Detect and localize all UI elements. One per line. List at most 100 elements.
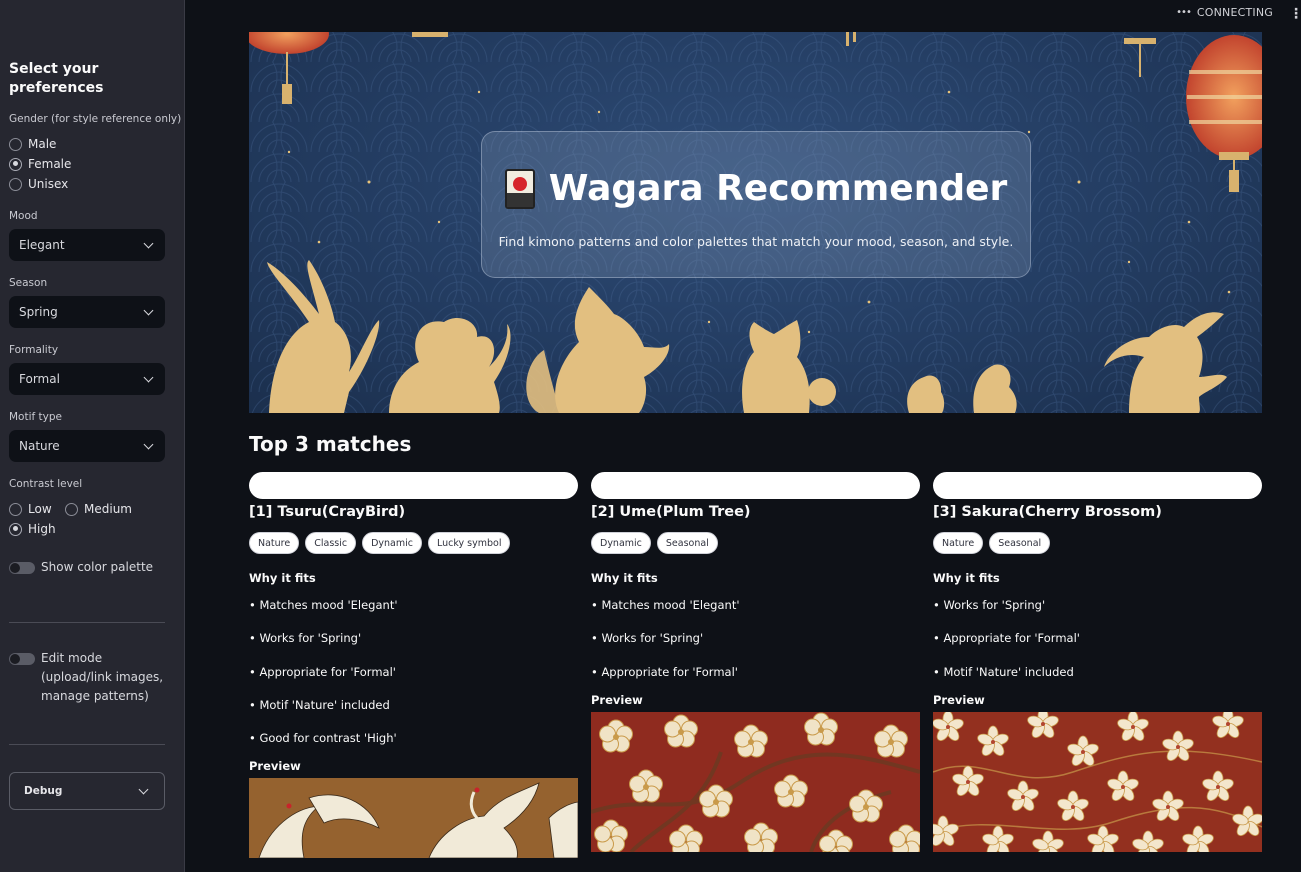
reason-item: • Works for 'Spring'	[591, 631, 704, 646]
reason-item: • Matches mood 'Elegant'	[591, 598, 740, 612]
reason-item: • Good for contrast 'High'	[249, 731, 397, 746]
match-title: [2] Ume(Plum Tree)	[591, 504, 751, 520]
edit-mode-label-line3: manage patterns)	[41, 689, 149, 703]
motif-select[interactable]: Nature	[9, 430, 165, 462]
reason-item: • Appropriate for 'Formal'	[933, 631, 1080, 646]
formality-select[interactable]: Formal	[9, 363, 165, 395]
edit-mode-label-line2: (upload/link images,	[41, 670, 164, 684]
show-palette-toggle[interactable]: Show color palette	[9, 558, 153, 577]
toggle-switch[interactable]	[9, 562, 35, 574]
tag: Dynamic	[362, 532, 422, 554]
tag: Dynamic	[591, 532, 651, 554]
gender-radio-male[interactable]: Male	[9, 137, 56, 151]
tag: Nature	[933, 532, 984, 554]
hanafuda-card-icon	[504, 168, 535, 209]
why-it-fits-heading: Why it fits	[933, 571, 1000, 585]
match-title: [1] Tsuru(CrayBird)	[249, 504, 406, 520]
radio-label: Unisex	[28, 177, 69, 191]
reason-item: • Works for 'Spring'	[933, 598, 1046, 612]
motif-value: Nature	[19, 439, 60, 453]
tag: Lucky symbol	[427, 532, 511, 554]
cherry-blossom-pattern-preview	[933, 711, 1262, 852]
chevron-down-icon	[143, 305, 154, 315]
radio-icon	[9, 137, 22, 151]
radio-label: Medium	[84, 502, 132, 516]
contrast-radio-low[interactable]: Low	[9, 502, 52, 516]
debug-expander[interactable]: Debug	[9, 772, 165, 810]
chevron-down-icon	[143, 238, 154, 248]
gender-label: Gender (for style reference only)	[9, 113, 182, 125]
connection-status: ••• CONNECTING	[1176, 6, 1273, 19]
debug-label: Debug	[24, 785, 63, 797]
hero-title: Wagara Recommender	[548, 168, 1008, 209]
radio-label: Male	[28, 137, 57, 151]
edit-mode-label-line1: Edit mode	[41, 651, 103, 665]
why-it-fits-heading: Why it fits	[249, 571, 316, 585]
contrast-radio-medium[interactable]: Medium	[65, 502, 132, 516]
match-bar	[591, 472, 920, 499]
reason-item: • Motif 'Nature' included	[933, 664, 1074, 679]
tag: Nature	[249, 532, 300, 554]
tag: Seasonal	[989, 532, 1051, 554]
season-select[interactable]: Spring	[9, 296, 165, 328]
toggle-label: Show color palette	[41, 560, 154, 574]
toggle-label: Edit mode (upload/link images, manage pa…	[41, 649, 163, 706]
formality-label: Formality	[9, 344, 59, 356]
tag-list: Nature Seasonal	[933, 532, 1262, 556]
ellipsis-icon: •••	[1176, 7, 1192, 18]
season-label: Season	[9, 277, 48, 289]
main-menu-icon[interactable]: ⋮	[1289, 6, 1301, 22]
sidebar-title: Select your preferences	[9, 61, 104, 96]
match-card-3: [3] Sakura(Cherry Brossom) Nature Season…	[933, 472, 1262, 852]
reason-item: • Works for 'Spring'	[249, 631, 362, 646]
reason-item: • Matches mood 'Elegant'	[249, 598, 398, 612]
preview-label: Preview	[933, 692, 985, 707]
tag: Seasonal	[656, 532, 718, 554]
gender-radio-female[interactable]: Female	[9, 157, 71, 171]
toggle-switch[interactable]	[9, 653, 35, 665]
radio-icon	[9, 502, 22, 516]
preview-label: Preview	[249, 759, 301, 774]
hero-banner: Wagara Recommender Find kimono patterns …	[249, 32, 1262, 413]
mood-value: Elegant	[19, 238, 65, 252]
crane-pattern-preview	[249, 778, 578, 859]
radio-label: High	[28, 522, 56, 536]
plum-blossom-pattern-preview	[591, 711, 920, 852]
hero-card: Wagara Recommender Find kimono patterns …	[481, 131, 1031, 278]
sidebar: Select your preferences Gender (for styl…	[0, 0, 185, 872]
gender-radio-unisex[interactable]: Unisex	[9, 177, 68, 191]
match-bar	[933, 472, 1262, 499]
sidebar-divider	[9, 622, 165, 623]
season-value: Spring	[19, 305, 58, 319]
radio-icon	[65, 502, 78, 516]
match-bar	[249, 472, 578, 499]
tag-list: Nature Classic Dynamic Lucky symbol	[249, 532, 578, 556]
formality-value: Formal	[19, 372, 60, 386]
tag-list: Dynamic Seasonal	[591, 532, 920, 556]
radio-selected-icon	[9, 522, 22, 536]
preview-label: Preview	[591, 692, 643, 707]
reason-item: • Appropriate for 'Formal'	[591, 664, 738, 679]
match-card-1: [1] Tsuru(CrayBird) Nature Classic Dynam…	[249, 472, 578, 859]
reason-item: • Appropriate for 'Formal'	[249, 664, 396, 679]
radio-icon	[9, 177, 22, 191]
radio-selected-icon	[9, 157, 22, 171]
chevron-down-icon	[143, 372, 154, 382]
radio-label: Low	[28, 502, 52, 516]
hero-subtitle: Find kimono patterns and color palettes …	[498, 234, 1014, 249]
sidebar-divider	[9, 744, 165, 745]
hero-title-row: Wagara Recommender	[482, 168, 1030, 209]
results-title: Top 3 matches	[249, 432, 412, 456]
match-title: [3] Sakura(Cherry Brossom)	[933, 504, 1162, 520]
contrast-radio-high[interactable]: High	[9, 522, 56, 536]
mood-select[interactable]: Elegant	[9, 229, 165, 261]
mood-label: Mood	[9, 210, 38, 222]
radio-label: Female	[28, 157, 72, 171]
reason-item: • Motif 'Nature' included	[249, 697, 390, 712]
edit-mode-toggle[interactable]: Edit mode (upload/link images, manage pa…	[9, 649, 163, 706]
tag: Classic	[305, 532, 357, 554]
why-it-fits-heading: Why it fits	[591, 571, 658, 585]
chevron-down-icon	[138, 784, 149, 794]
chevron-down-icon	[143, 439, 154, 449]
status-text: CONNECTING	[1196, 6, 1273, 19]
